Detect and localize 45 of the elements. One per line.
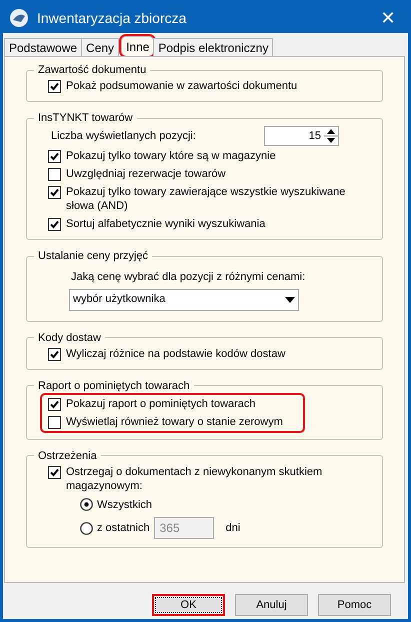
checkbox[interactable]: [48, 218, 61, 231]
dialog-button[interactable]: OK: [152, 594, 225, 616]
group-title: Ostrzeżenia: [37, 448, 98, 462]
group-title: Zawartość dokumentu: [37, 63, 148, 77]
caret-icon: [285, 296, 295, 302]
checkbox-label: Sortuj alfabetycznie wyniki wyszukiwania: [66, 217, 266, 231]
group-title: Ustalanie ceny przyjęć: [37, 249, 150, 263]
tab[interactable]: Inne: [121, 36, 154, 56]
group-title: Raport o pominiętych towarach: [37, 378, 191, 392]
radio-button[interactable]: [80, 498, 93, 512]
radio-button[interactable]: [80, 522, 93, 534]
field-label: Jaką cenę wybrać dla pozycji z różnymi cenami:: [71, 271, 306, 283]
checkbox[interactable]: [48, 348, 61, 360]
checkbox-label: Pokazuj tylko towary które są w magazynie: [66, 149, 276, 163]
up-down-arrows-icon[interactable]: [324, 127, 338, 145]
checkbox-label: Pokaż podsumowanie w zawartości dokumentu: [66, 79, 298, 93]
window-title: Inwentaryzacja zbiorcza: [37, 8, 188, 28]
checkbox-label: Uwzględniaj rezerwacje towarów: [66, 167, 226, 181]
dialog-button[interactable]: Anuluj: [235, 594, 308, 616]
tab[interactable]: Podstawowe: [4, 38, 82, 56]
dialog-button[interactable]: Pomoc: [318, 594, 391, 616]
checkbox-label: Pokazuj tylko towary zawierające wszystkie wyszukiwane słowa (AND): [66, 185, 346, 213]
checkbox[interactable]: [48, 186, 61, 199]
tab[interactable]: Ceny: [81, 38, 120, 56]
number-spinner[interactable]: 15: [264, 126, 339, 146]
checkbox[interactable]: [48, 398, 61, 410]
radio-label: z ostatnich: [97, 520, 150, 536]
checkbox[interactable]: [48, 168, 61, 181]
field-label: Liczba wyświetlanych pozycji:: [51, 128, 196, 144]
group-title: InsTYNKT towarów: [37, 111, 134, 125]
checkbox[interactable]: [48, 466, 61, 478]
checkbox[interactable]: [48, 80, 61, 93]
tab[interactable]: Podpis elektroniczny: [153, 38, 274, 56]
checkbox-label: Ostrzegaj o dokumentach z niewykonanym skutkiem magazynowym:: [66, 464, 324, 492]
radio-label: Wszystkich: [97, 498, 152, 512]
app-logo-icon: [9, 8, 29, 28]
dropdown[interactable]: wybór użytkownika: [69, 288, 299, 310]
unit-label: dni: [226, 520, 240, 536]
checkbox[interactable]: [48, 150, 61, 163]
checkbox[interactable]: [48, 416, 61, 428]
group-title: Kody dostaw: [37, 330, 102, 344]
checkbox-label: Wyświetlaj również towary o stanie zerowym: [66, 414, 283, 428]
checkbox-label: Wyliczaj różnice na podstawie kodów dostaw: [66, 346, 286, 360]
checkbox-label: Pokazuj raport o pominiętych towarach: [66, 396, 256, 410]
close-button[interactable]: ✕: [374, 5, 402, 31]
